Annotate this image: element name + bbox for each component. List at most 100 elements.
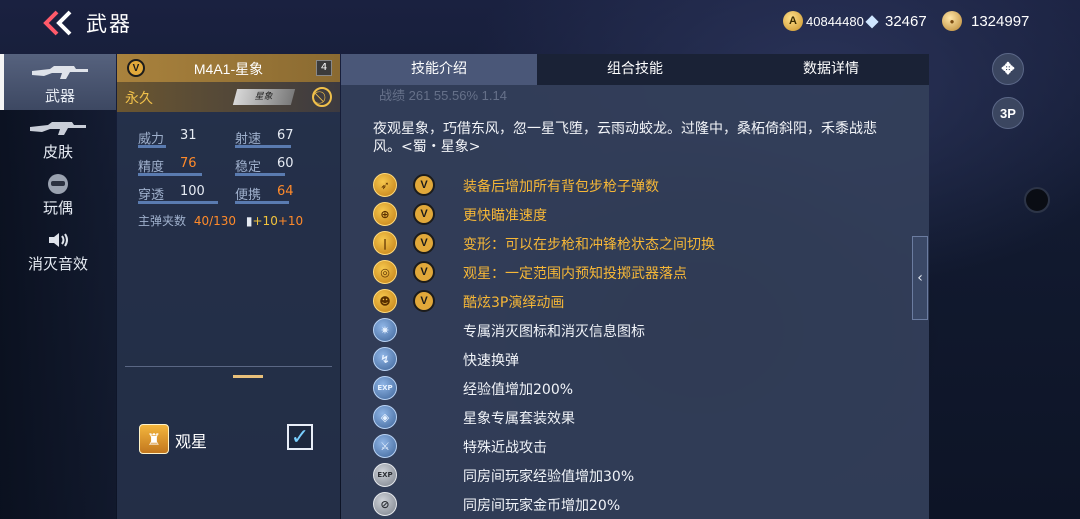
stat-bar — [138, 201, 218, 204]
sidebar-item-kill-sound[interactable]: 消灭音效 — [0, 222, 116, 278]
stat-bar — [138, 173, 202, 176]
stat-accuracy: 精度 76 — [138, 156, 202, 176]
feature-row: ➶ V 装备后增加所有背包步枪子弹数 — [373, 173, 913, 197]
feature-row: ⚔ 特殊近战攻击 — [373, 434, 913, 458]
crosshair-icon: ⊕ — [373, 202, 397, 226]
melee-icon: ⚔ — [373, 434, 397, 458]
feature-row: ↯ 快速换弹 — [373, 347, 913, 371]
double-chevron-left-icon — [43, 10, 72, 36]
feature-text: 快速换弹 — [463, 353, 519, 369]
rifle-skin-icon — [28, 117, 88, 139]
chevron-left-icon: ‹ — [917, 270, 923, 286]
suit-icon: ◈ — [373, 405, 397, 429]
reload-icon: ↯ — [373, 347, 397, 371]
camera-dot — [1024, 187, 1050, 213]
star-watch-icon: ◎ — [373, 260, 397, 284]
tab-data-details[interactable]: 数据详情 — [733, 54, 929, 85]
ammo-row: 主弹夹数 40/130 ▮+10+10 — [138, 212, 303, 229]
star-watch-checkbox[interactable]: ✓ — [287, 424, 313, 450]
room-exp-icon: EXP — [373, 463, 397, 487]
stat-stability: 稳定 60 — [235, 156, 294, 176]
feature-text: 酷炫3P演绎动画 — [463, 295, 565, 311]
weapon-description: 夜观星象，巧借东风，忽一星飞堕，云雨动蛟龙。过隆中，桑柘倚斜阳，禾黍战悲风。<蜀… — [373, 121, 877, 155]
feature-row: ⊕ V 更快瞄准速度 — [373, 202, 913, 226]
feature-text: 观星：一定范围内预知投掷武器落点 — [463, 266, 687, 282]
detail-panel: 技能介绍 组合技能 数据详情 战绩 261 55.56% 1.14 夜观星象，巧… — [341, 54, 929, 519]
diamond-currency: ◆ 32467 — [862, 11, 927, 31]
drag-handle[interactable] — [233, 375, 263, 378]
speaker-icon — [46, 229, 70, 251]
back-button[interactable] — [40, 8, 76, 38]
kill-icon: ✷ — [373, 318, 397, 342]
feature-row: | V 变形：可以在步枪和冲锋枪状态之间切换 — [373, 231, 913, 255]
tab-combo-skills[interactable]: 组合技能 — [537, 54, 733, 85]
stat-value: 64 — [277, 184, 294, 199]
bullet-icon: ➶ — [373, 173, 397, 197]
coin-currency: ● 1324997 — [942, 11, 1029, 31]
ammo-bonus-extra: +10 — [277, 214, 304, 228]
coin-icon: ● — [942, 11, 962, 31]
gold-a-icon: A — [783, 11, 803, 31]
tab-skill-intro[interactable]: 技能介绍 — [341, 54, 537, 85]
ammo-value: 40/130 — [193, 214, 237, 228]
stat-bar — [138, 145, 166, 148]
rifle-icon — [30, 61, 90, 83]
feature-row: EXP 经验值增加200% — [373, 376, 913, 400]
doll-icon — [45, 173, 71, 195]
feature-row: ⊘ 同房间玩家金币增加20% — [373, 492, 913, 516]
sidebar-item-doll[interactable]: 玩偶 — [0, 166, 116, 222]
feature-text: 专属消灭图标和消灭信息图标 — [463, 324, 645, 340]
stat-bar — [235, 145, 291, 148]
stat-value: 76 — [180, 156, 197, 171]
ammo-bonus: +10 — [252, 214, 278, 228]
coin-currency-value: 1324997 — [971, 12, 1030, 30]
vip-badge-icon: V — [413, 290, 435, 312]
feature-row: ◈ 星象专属套装效果 — [373, 405, 913, 429]
gold-currency: A 40844480 — [783, 11, 864, 31]
third-person-view-button[interactable]: 3P — [992, 97, 1024, 129]
bullet-small-icon: ▮ — [245, 214, 253, 228]
weapon-header: V M4A1-星象 4 — [117, 54, 340, 82]
diamond-icon: ◆ — [865, 13, 879, 30]
checkmark-icon: ✓ — [290, 424, 310, 450]
feature-row: EXP 同房间玩家经验值增加30% — [373, 463, 913, 487]
stat-value: 100 — [180, 184, 205, 199]
sidebar-item-label: 皮肤 — [42, 143, 73, 161]
vip-badge-icon: V — [413, 261, 435, 283]
feature-text: 同房间玩家金币增加20% — [463, 498, 621, 514]
exp-icon: EXP — [373, 376, 397, 400]
vip-badge-icon: V — [413, 203, 435, 225]
stat-bar — [235, 201, 289, 204]
weapon-panel: V M4A1-星象 4 永久 星象 ⃠ 威力 31 射速 67 精度 76 稳定… — [117, 54, 340, 519]
sidebar-item-skin[interactable]: 皮肤 — [0, 110, 116, 166]
feature-row: ◎ V 观星：一定范围内预知投掷武器落点 — [373, 260, 913, 284]
weapon-name: M4A1-星象 — [193, 61, 264, 77]
stat-fire-rate: 射速 67 — [235, 128, 294, 148]
duration-label: 永久 — [125, 91, 153, 107]
stat-value: 60 — [277, 156, 294, 171]
divider — [125, 366, 332, 367]
ammo-label: 主弹夹数 — [138, 214, 187, 228]
feature-text: 装备后增加所有背包步枪子弹数 — [463, 179, 659, 195]
feature-row: ☻ V 酷炫3P演绎动画 — [373, 289, 913, 313]
diamond-currency-value: 32467 — [885, 12, 927, 30]
skin-tag: 星象 — [232, 89, 296, 105]
gold-currency-value: 40844480 — [806, 13, 864, 29]
feature-text: 特殊近战攻击 — [463, 440, 547, 456]
sidebar-item-label: 消灭音效 — [27, 255, 88, 273]
vip-badge-icon: V — [413, 232, 435, 254]
collapse-panel-button[interactable]: ‹ — [912, 236, 928, 320]
star-watch-option-icon: ♜ — [139, 424, 169, 454]
option-label: 观星 — [175, 432, 208, 451]
move-button[interactable]: ✥ — [992, 53, 1024, 85]
prohibit-icon: ⃠ — [312, 87, 332, 107]
feature-text: 同房间玩家经验值增加30% — [463, 469, 635, 485]
weapon-subheader: 永久 星象 ⃠ — [117, 82, 340, 112]
page-title: 武器 — [86, 12, 132, 36]
ghost-stats-row: 战绩 261 55.56% 1.14 — [379, 88, 507, 103]
vip-badge-icon: V — [413, 174, 435, 196]
stat-penetration: 穿透 100 — [138, 184, 218, 204]
weapon-level: 4 — [316, 60, 332, 76]
room-coin-icon: ⊘ — [373, 492, 397, 516]
sidebar-item-weapon[interactable]: 武器 — [0, 54, 116, 110]
